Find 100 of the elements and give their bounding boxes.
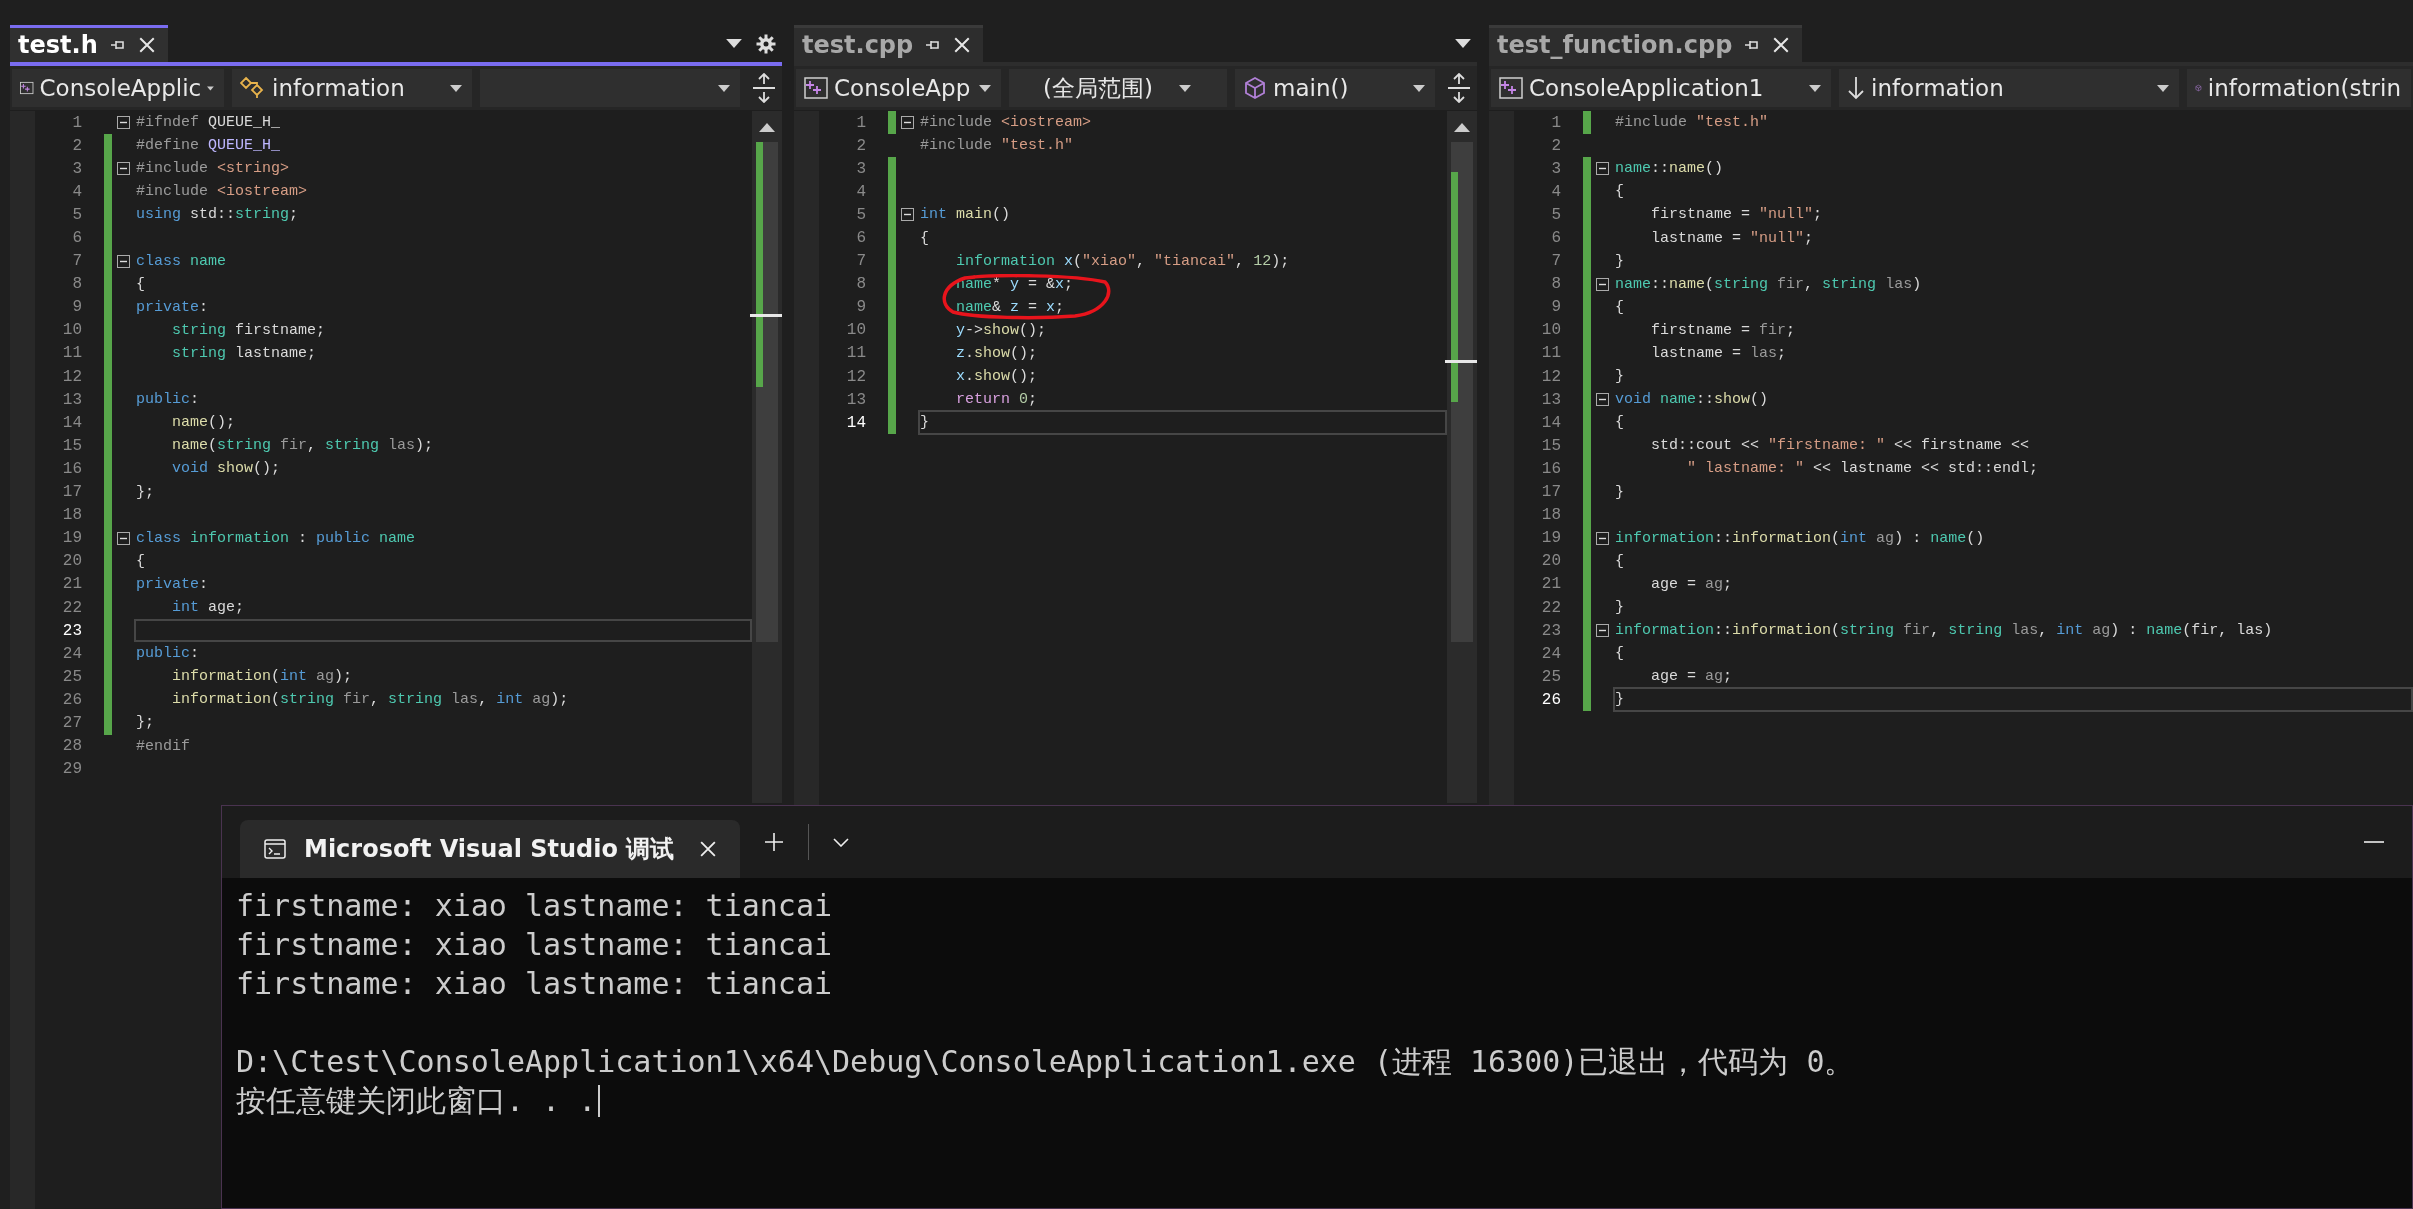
line-number: 29 (61, 760, 82, 779)
collapse-icon[interactable] (1595, 624, 1609, 638)
dropdown-icon[interactable] (833, 837, 850, 847)
line-number: 17 (1540, 483, 1561, 502)
line-number: 13 (845, 390, 866, 409)
code-line: { (1614, 297, 1625, 318)
line-number: 15 (1540, 436, 1561, 455)
line-number: 4 (71, 182, 82, 201)
code-line: class information : public name (135, 528, 417, 549)
navigation-dropdown[interactable]: ConsoleApp (796, 69, 1001, 107)
code-line: { (1614, 182, 1625, 203)
line-number: 10 (1540, 321, 1561, 340)
code-line: " lastname: " << lastname << std::endl; (1686, 459, 2040, 480)
line-number: 16 (61, 459, 82, 478)
line-number: 11 (1540, 344, 1561, 363)
scroll-up-icon[interactable] (759, 123, 775, 132)
dropdown-icon[interactable] (726, 39, 742, 48)
code-line: #include <iostream> (135, 182, 309, 203)
code-line: lastname = las; (1650, 344, 1788, 364)
code-line: firstname = "null"; (1650, 205, 1824, 226)
code-line: name& z = x; (955, 297, 1066, 318)
file-tab[interactable]: test.h (10, 25, 168, 62)
line-number: 8 (71, 275, 82, 294)
code-line: name(); (171, 413, 237, 434)
collapse-icon[interactable] (1595, 162, 1609, 176)
terminal-tab[interactable]: Microsoft Visual Studio 调试 (240, 820, 741, 878)
project-icon (804, 77, 828, 99)
code-line: void name::show() (1614, 390, 1770, 411)
vertical-scrollbar[interactable] (752, 111, 782, 803)
terminal-icon (264, 839, 286, 859)
code-line: #include "test.h" (919, 136, 1075, 157)
file-tab[interactable]: test_function.cpp (1489, 25, 1803, 62)
console-message: D:\Ctest\ConsoleApplication1\x64\Debug\ConsoleApplication1.exe (进程 16300)已退出，代码为 0。 (236, 1043, 1855, 1081)
line-number: 23 (61, 621, 82, 640)
navigation-dropdown[interactable]: information(strin (2187, 69, 2411, 107)
new-tab-icon[interactable] (764, 832, 785, 852)
collapse-icon[interactable] (116, 531, 130, 545)
split-icon[interactable] (752, 73, 776, 103)
line-number: 4 (855, 182, 866, 201)
collapse-icon[interactable] (1595, 277, 1609, 291)
line-number: 6 (71, 229, 82, 247)
close-icon[interactable] (137, 36, 156, 54)
code-line: information::information(string fir, string las, int ag) : name(fir, las) (1614, 621, 2274, 642)
line-number: 14 (61, 413, 82, 432)
code-line: z.show(); (955, 344, 1039, 364)
collapse-icon[interactable] (1595, 531, 1609, 545)
line-number: 3 (855, 159, 866, 178)
console-message: 按任意键关闭此窗口. . . (236, 1082, 597, 1120)
line-number: 19 (61, 529, 82, 548)
scroll-up-icon[interactable] (1454, 123, 1470, 132)
vertical-scrollbar[interactable] (1447, 111, 1477, 803)
navigation-dropdown[interactable]: information (1839, 69, 2179, 107)
file-tab[interactable]: test.cpp (794, 25, 984, 62)
code-line: { (1614, 644, 1625, 665)
line-number: 1 (855, 113, 866, 132)
code-line: class name (135, 251, 228, 272)
navigation-dropdown[interactable]: ConsoleApplication1 (1491, 69, 1831, 107)
line-number: 8 (1550, 275, 1561, 294)
collapse-icon[interactable] (900, 208, 914, 222)
code-line: }; (135, 713, 155, 734)
line-number: 20 (1540, 552, 1561, 571)
navigation-dropdown[interactable]: ConsoleApplic (12, 69, 224, 107)
code-line: age = ag; (1650, 667, 1734, 688)
line-number: 25 (1540, 667, 1561, 686)
line-number: 14 (845, 413, 866, 432)
code-line: #ifndef QUEUE_H_ (135, 113, 282, 134)
cube-icon (1243, 76, 1267, 100)
collapse-icon[interactable] (116, 254, 130, 268)
code-line: information(string fir, string las, int ag); (171, 690, 570, 711)
code-line: return 0; (955, 390, 1039, 411)
code-line: { (135, 274, 146, 295)
close-icon[interactable] (1772, 36, 1791, 54)
line-number: 9 (855, 298, 866, 317)
dropdown-icon[interactable] (1455, 39, 1471, 48)
code-line: information::information(int ag) : name() (1614, 528, 1986, 549)
line-number: 1 (71, 113, 82, 132)
console-output-line: firstname: xiao lastname: tiancai (236, 926, 834, 964)
console-output-line: firstname: xiao lastname: tiancai (236, 887, 834, 925)
collapse-icon[interactable] (900, 116, 914, 130)
line-number: 9 (71, 298, 82, 317)
line-number: 9 (1550, 298, 1561, 317)
collapse-icon[interactable] (1595, 393, 1609, 407)
settings-icon[interactable] (756, 33, 776, 54)
code-line: private: (135, 297, 210, 318)
line-number: 22 (61, 598, 82, 617)
code-line: { (135, 551, 146, 572)
navigation-dropdown[interactable]: (全局范围) (1009, 69, 1227, 107)
line-number: 7 (855, 252, 866, 271)
collapse-icon[interactable] (116, 116, 130, 130)
collapse-icon[interactable] (116, 162, 130, 176)
line-number: 10 (845, 321, 866, 340)
line-number: 24 (1540, 644, 1561, 663)
line-number: 18 (1540, 506, 1561, 525)
navigation-dropdown[interactable]: main() (1235, 69, 1435, 107)
line-number: 11 (845, 344, 866, 363)
close-icon[interactable] (700, 841, 717, 857)
code-line: private: (135, 574, 210, 595)
navigation-dropdown[interactable]: information (232, 69, 472, 107)
split-icon[interactable] (1447, 73, 1471, 103)
close-icon[interactable] (953, 36, 972, 54)
